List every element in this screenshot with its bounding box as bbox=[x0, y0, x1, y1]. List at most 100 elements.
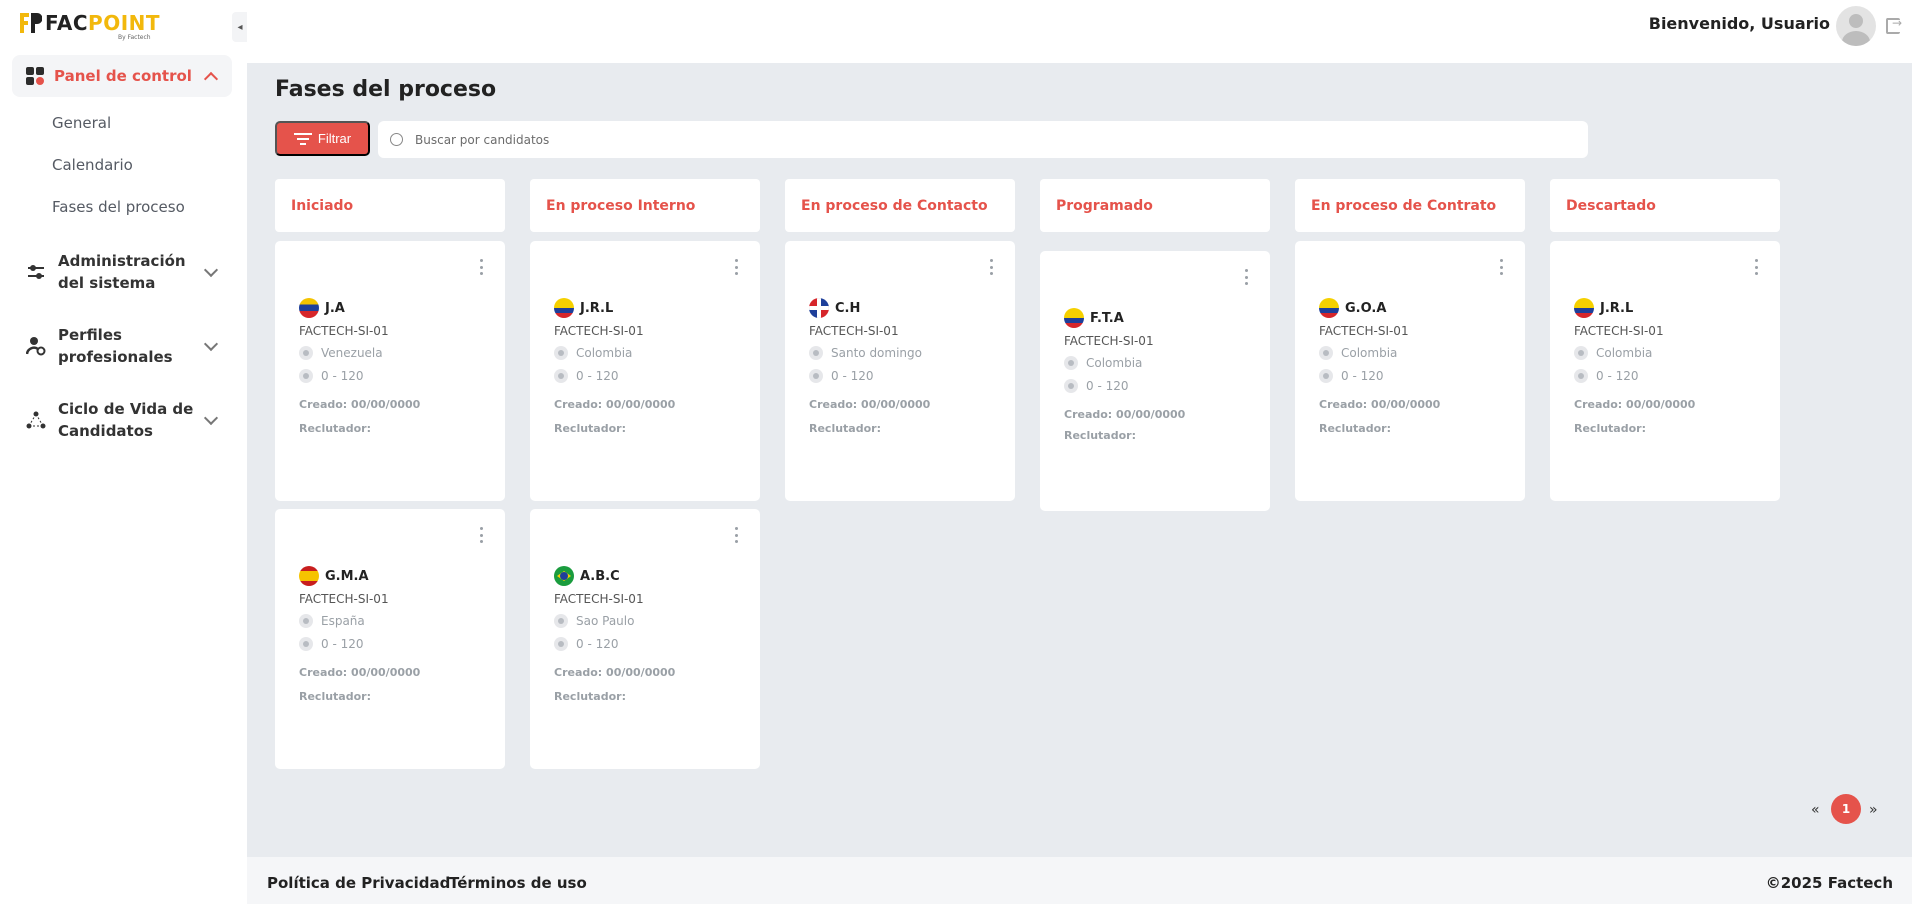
location-pin-icon bbox=[1574, 346, 1588, 360]
more-options-icon[interactable] bbox=[480, 259, 484, 275]
sidebar-subitem-fases-del-proceso[interactable]: Fases del proceso bbox=[52, 198, 185, 216]
colombia-flag-icon bbox=[1574, 298, 1594, 318]
column-header-en-proceso-de-contrato: En proceso de Contrato bbox=[1295, 179, 1525, 232]
salary-icon bbox=[299, 369, 313, 383]
pagination-page-current[interactable]: 1 bbox=[1831, 794, 1861, 824]
sidebar-subitem-calendario[interactable]: Calendario bbox=[52, 156, 133, 174]
more-options-icon[interactable] bbox=[1245, 269, 1249, 285]
candidate-card[interactable]: G.M.A FACTECH-SI-01 España 0 - 120 Cread… bbox=[275, 509, 505, 769]
colombia-flag-icon bbox=[1319, 298, 1339, 318]
candidate-location: Sao Paulo bbox=[554, 614, 634, 628]
candidate-card[interactable]: J.R.L FACTECH-SI-01 Colombia 0 - 120 Cre… bbox=[530, 241, 760, 501]
candidate-range: 0 - 120 bbox=[1064, 379, 1129, 393]
candidate-location: Santo domingo bbox=[809, 346, 922, 360]
candidate-code: FACTECH-SI-01 bbox=[809, 324, 899, 338]
candidate-card[interactable]: J.R.L FACTECH-SI-01 Colombia 0 - 120 Cre… bbox=[1550, 241, 1780, 501]
more-options-icon[interactable] bbox=[480, 527, 484, 543]
filter-button[interactable]: Filtrar bbox=[275, 121, 370, 156]
search-bar bbox=[378, 121, 1588, 158]
page-title: Fases del proceso bbox=[275, 77, 497, 102]
logo-subtitle: By Factech bbox=[118, 34, 151, 41]
candidate-range: 0 - 120 bbox=[809, 369, 874, 383]
sidebar-subitem-general[interactable]: General bbox=[52, 114, 111, 132]
salary-icon bbox=[809, 369, 823, 383]
sidebar-group-ciclo-de-vida[interactable]: Ciclo de Vida de Candidatos bbox=[12, 397, 232, 443]
dominican-republic-flag-icon bbox=[809, 298, 829, 318]
more-options-icon[interactable] bbox=[735, 527, 739, 543]
sidebar-group-perfiles[interactable]: Perfiles profesionales bbox=[12, 323, 232, 369]
location-pin-icon bbox=[299, 346, 313, 360]
candidate-created-date: Creado: 00/00/0000 bbox=[809, 398, 931, 411]
terms-of-use-link[interactable]: Términos de uso bbox=[449, 874, 587, 892]
candidate-range: 0 - 120 bbox=[299, 369, 364, 383]
pagination-next[interactable]: » bbox=[1869, 802, 1878, 818]
candidate-location: Colombia bbox=[1319, 346, 1397, 360]
candidate-name: G.M.A bbox=[299, 566, 369, 586]
chevron-left-icon: ◂ bbox=[237, 21, 243, 33]
candidate-created-date: Creado: 00/00/0000 bbox=[299, 666, 421, 679]
candidate-code: FACTECH-SI-01 bbox=[1574, 324, 1664, 338]
avatar[interactable] bbox=[1836, 6, 1876, 46]
chevron-down-icon bbox=[203, 262, 219, 278]
dashboard-grid-icon bbox=[26, 67, 44, 85]
candidate-range: 0 - 120 bbox=[1319, 369, 1384, 383]
more-options-icon[interactable] bbox=[1500, 259, 1504, 275]
candidate-location: Venezuela bbox=[299, 346, 383, 360]
pagination-prev[interactable]: « bbox=[1811, 802, 1820, 818]
logout-icon[interactable] bbox=[1886, 16, 1902, 34]
sidebar-group-administracion[interactable]: Administración del sistema bbox=[12, 249, 232, 295]
search-icon bbox=[390, 133, 403, 146]
column-header-en-proceso-interno: En proceso Interno bbox=[530, 179, 760, 232]
candidate-recruiter: Reclutador: bbox=[554, 422, 626, 435]
candidate-card[interactable]: J.A FACTECH-SI-01 Venezuela 0 - 120 Crea… bbox=[275, 241, 505, 501]
candidate-name: G.O.A bbox=[1319, 298, 1386, 318]
sidebar-item-panel-de-control[interactable]: Panel de control bbox=[12, 55, 232, 97]
colombia-flag-icon bbox=[1064, 308, 1084, 328]
more-options-icon[interactable] bbox=[735, 259, 739, 275]
column-header-iniciado: Iniciado bbox=[275, 179, 505, 232]
column-header-programado: Programado bbox=[1040, 179, 1270, 232]
candidate-name: C.H bbox=[809, 298, 860, 318]
candidate-code: FACTECH-SI-01 bbox=[299, 592, 389, 606]
candidate-range: 0 - 120 bbox=[1574, 369, 1639, 383]
candidate-code: FACTECH-SI-01 bbox=[1064, 334, 1154, 348]
candidate-name: A.B.C bbox=[554, 566, 620, 586]
candidate-location: Colombia bbox=[554, 346, 632, 360]
more-options-icon[interactable] bbox=[990, 259, 994, 275]
candidate-recruiter: Reclutador: bbox=[299, 422, 371, 435]
top-header: Bienvenido, Usuario bbox=[247, 0, 1912, 63]
candidate-range: 0 - 120 bbox=[299, 637, 364, 651]
welcome-text: Bienvenido, Usuario bbox=[1648, 14, 1830, 33]
candidate-recruiter: Reclutador: bbox=[554, 690, 626, 703]
venezuela-flag-icon bbox=[299, 298, 319, 318]
logo-text: FACPOINT bbox=[45, 11, 161, 35]
privacy-policy-link[interactable]: Política de Privacidad bbox=[267, 874, 450, 892]
location-pin-icon bbox=[809, 346, 823, 360]
collapse-sidebar-button[interactable]: ◂ bbox=[232, 12, 248, 42]
sidebar-group-label: Ciclo de Vida de Candidatos bbox=[58, 400, 194, 440]
candidate-recruiter: Reclutador: bbox=[809, 422, 881, 435]
salary-icon bbox=[1319, 369, 1333, 383]
candidate-created-date: Creado: 00/00/0000 bbox=[1319, 398, 1441, 411]
user-settings-icon bbox=[26, 337, 46, 356]
copyright-text: ©2025 Factech bbox=[1765, 874, 1893, 892]
sliders-icon bbox=[28, 265, 44, 279]
sidebar-item-label: Panel de control bbox=[54, 67, 192, 85]
candidate-card[interactable]: A.B.C FACTECH-SI-01 Sao Paulo 0 - 120 Cr… bbox=[530, 509, 760, 769]
facpoint-logo[interactable]: FACPOINT By Factech bbox=[20, 13, 160, 43]
chevron-up-icon bbox=[203, 71, 219, 87]
salary-icon bbox=[299, 637, 313, 651]
candidate-created-date: Creado: 00/00/0000 bbox=[554, 398, 676, 411]
column-header-en-proceso-de-contacto: En proceso de Contacto bbox=[785, 179, 1015, 232]
footer: Política de Privacidad Términos de uso ©… bbox=[247, 857, 1912, 904]
more-options-icon[interactable] bbox=[1755, 259, 1759, 275]
candidate-recruiter: Reclutador: bbox=[299, 690, 371, 703]
sidebar: FACPOINT By Factech ◂ Panel de control G… bbox=[0, 0, 248, 904]
candidate-card[interactable]: C.H FACTECH-SI-01 Santo domingo 0 - 120 … bbox=[785, 241, 1015, 501]
candidate-name: J.R.L bbox=[554, 298, 613, 318]
candidate-name: J.R.L bbox=[1574, 298, 1633, 318]
search-input[interactable] bbox=[415, 132, 1215, 147]
salary-icon bbox=[1574, 369, 1588, 383]
candidate-card[interactable]: G.O.A FACTECH-SI-01 Colombia 0 - 120 Cre… bbox=[1295, 241, 1525, 501]
candidate-card[interactable]: F.T.A FACTECH-SI-01 Colombia 0 - 120 Cre… bbox=[1040, 251, 1270, 511]
